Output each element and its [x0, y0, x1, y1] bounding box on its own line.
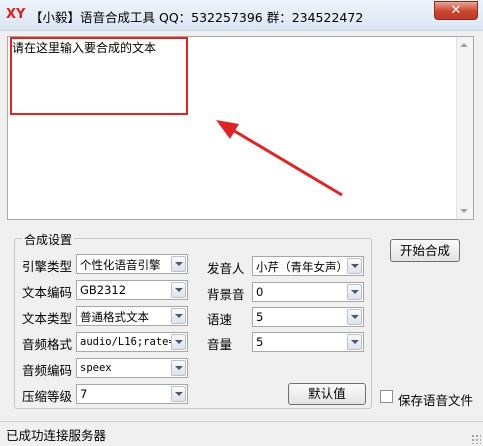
speed-select[interactable]: 5	[252, 307, 364, 327]
chevron-down-icon[interactable]	[171, 386, 186, 402]
save-audio-label[interactable]: 保存语音文件	[398, 390, 473, 409]
speed-value: 5	[256, 310, 264, 324]
status-bar: 已成功连接服务器	[0, 421, 483, 446]
speed-label: 语速	[207, 312, 233, 327]
start-synthesis-button[interactable]: 开始合成	[390, 239, 460, 262]
audio-format-select[interactable]: audio/L16;rate=	[76, 332, 188, 352]
audio-codec-label: 音频编码	[22, 363, 73, 378]
bg-sound-select[interactable]: 0	[252, 282, 364, 302]
status-text: 已成功连接服务器	[6, 428, 107, 443]
bg-sound-value: 0	[256, 285, 264, 299]
volume-select[interactable]: 5	[252, 332, 364, 352]
chevron-down-icon[interactable]	[347, 309, 362, 325]
audio-format-label: 音频格式	[22, 337, 73, 352]
speaker-select[interactable]: 小芹（青年女声）	[252, 256, 364, 276]
chevron-down-icon[interactable]	[347, 258, 362, 274]
compression-select[interactable]: 7	[76, 384, 188, 404]
audio-codec-value: speex	[80, 362, 112, 374]
speaker-value: 小芹（青年女声）	[256, 260, 348, 274]
compression-label: 压缩等级	[22, 389, 73, 404]
chevron-down-icon[interactable]	[171, 256, 186, 272]
text-type-select[interactable]: 普通格式文本	[76, 306, 188, 326]
text-encoding-label: 文本编码	[22, 285, 73, 300]
volume-value: 5	[256, 335, 264, 349]
compression-value: 7	[80, 387, 88, 401]
chevron-down-icon[interactable]	[171, 308, 186, 324]
resize-grip-icon[interactable]	[471, 434, 481, 444]
bg-sound-label: 背景音	[207, 287, 245, 302]
settings-group-title: 合成设置	[22, 231, 75, 248]
audio-format-value: audio/L16;rate=	[80, 336, 172, 348]
engine-label: 引擎类型	[22, 259, 73, 274]
chevron-down-icon[interactable]	[171, 282, 186, 298]
engine-select[interactable]: 个性化语音引擎	[76, 254, 188, 274]
chevron-down-icon[interactable]	[171, 334, 186, 350]
engine-value: 个性化语音引擎	[80, 258, 161, 272]
volume-label: 音量	[207, 337, 233, 352]
default-button[interactable]: 默认值	[288, 383, 366, 405]
chevron-down-icon[interactable]	[171, 360, 186, 376]
chevron-down-icon[interactable]	[347, 284, 362, 300]
text-type-value: 普通格式文本	[80, 310, 149, 324]
text-encoding-value: GB2312	[80, 283, 127, 297]
text-encoding-select[interactable]: GB2312	[76, 280, 188, 300]
text-type-label: 文本类型	[22, 311, 73, 326]
speaker-label: 发音人	[207, 261, 245, 276]
save-audio-checkbox[interactable]	[380, 390, 393, 403]
chevron-down-icon[interactable]	[347, 334, 362, 350]
audio-codec-select[interactable]: speex	[76, 358, 188, 378]
